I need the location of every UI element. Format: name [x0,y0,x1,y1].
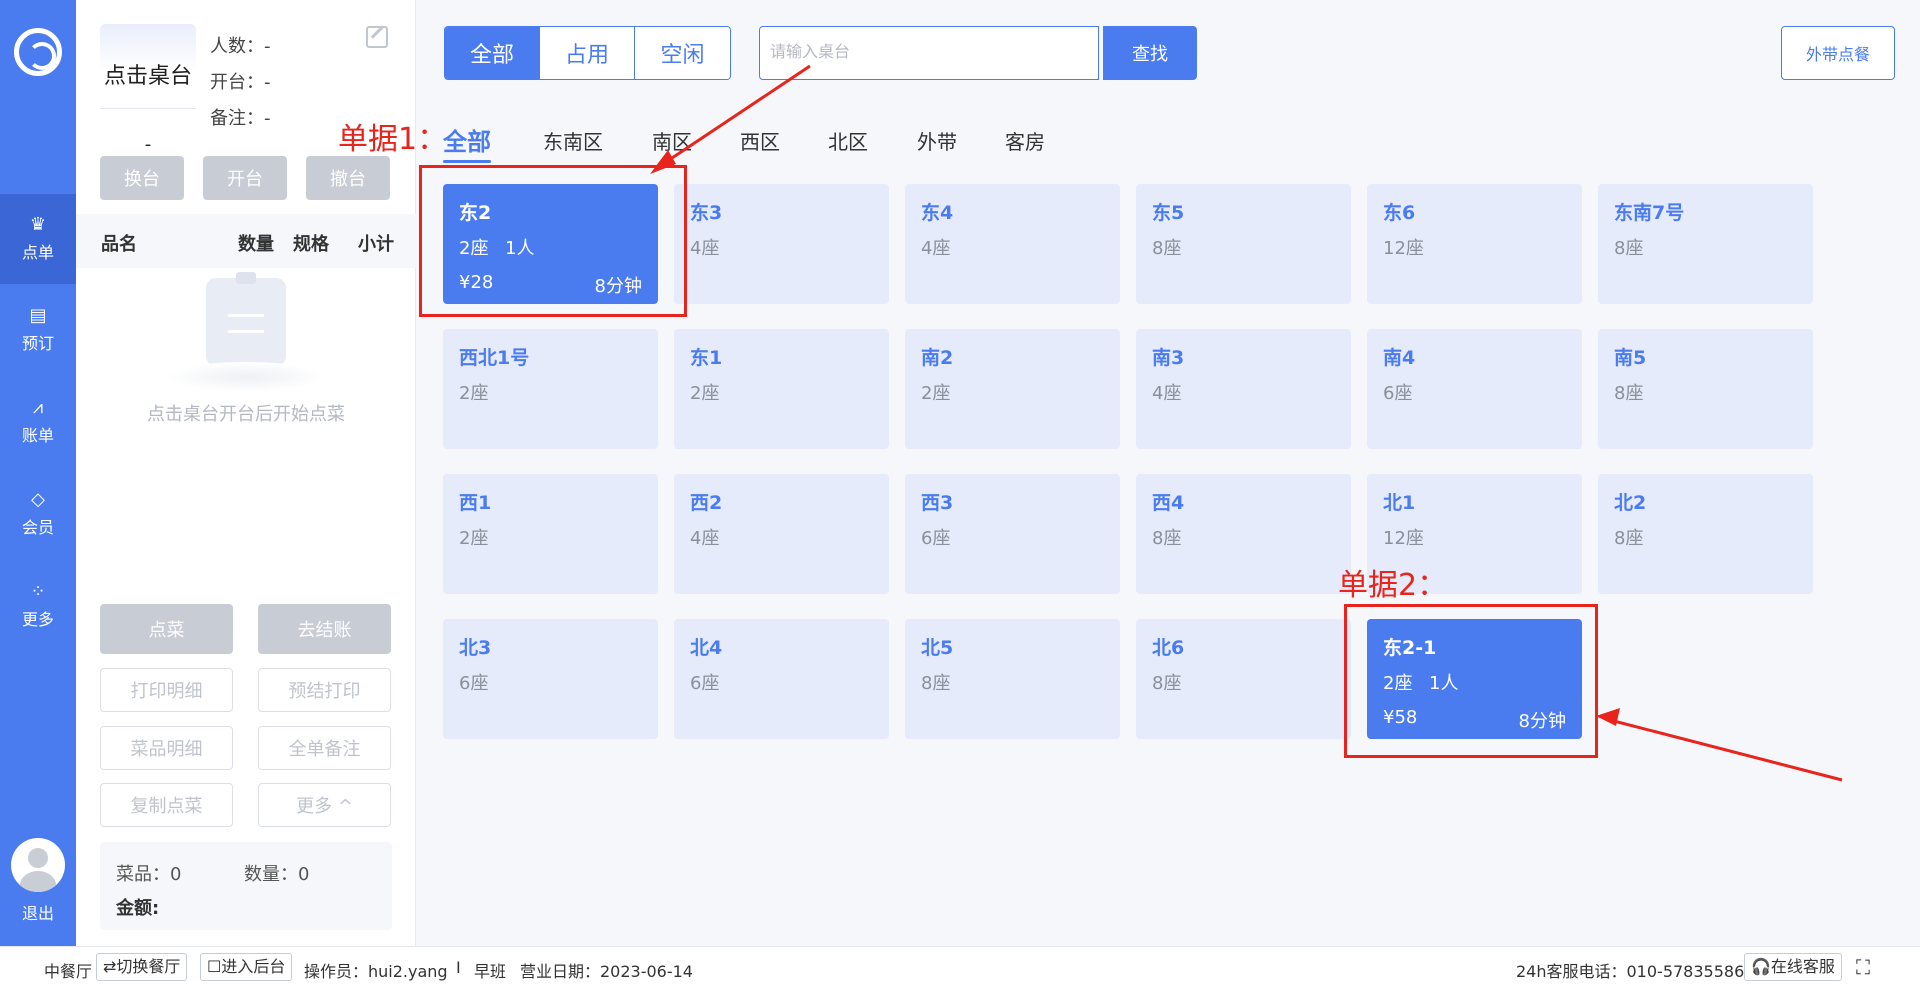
business-date: 营业日期：2023-06-14 [520,962,693,981]
online-service-button[interactable]: 🎧在线客服 [1744,953,1842,981]
fullscreen-icon[interactable]: ⛶ [1856,955,1870,979]
switch-restaurant-button[interactable]: ⇄切换餐厅 [96,953,188,981]
annotation-arrows [650,64,1843,782]
hotline: 24h客服电话：010-57835586 [1516,962,1745,981]
annotation-label-2: 单据2： [1338,568,1448,603]
enter-backend-button[interactable]: ☐进入后台 [200,953,293,981]
annotation-label-1: 单据1： [338,122,448,157]
operator-info: 操作员：hui2.yang [304,962,448,981]
arrow-head-2 [1596,708,1620,726]
arrow-line-2 [1609,718,1843,782]
footer-separator: I [456,958,461,977]
arrow-line-1 [659,64,811,168]
shift-info: 早班 [474,962,507,981]
annotation-box-1 [419,165,687,317]
restaurant-name: 中餐厅 [44,962,93,981]
status-bar: 中餐厅 ⇄切换餐厅 ☐进入后台 操作员：hui2.yang I 早班 营业日期：… [0,946,1920,986]
annotation-box-2 [1344,604,1598,758]
